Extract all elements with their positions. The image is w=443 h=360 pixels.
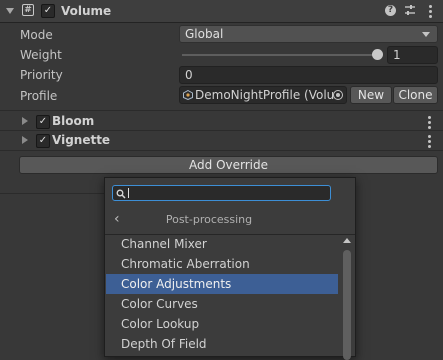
mode-label: Mode [20,28,53,42]
divider [0,193,104,194]
divider [0,110,443,111]
search-input[interactable] [127,186,323,199]
text-cursor [128,188,129,198]
profile-asset-icon [183,88,193,101]
category-title: Post-processing [165,213,253,226]
presets-icon[interactable] [404,4,416,16]
clone-profile-button[interactable]: Clone [393,86,438,104]
list-item-color-curves[interactable]: Color Curves [106,294,338,314]
fold-closed-icon[interactable] [22,117,28,125]
profile-label: Profile [20,89,58,103]
profile-value: DemoNightProfile (Volun [195,88,342,102]
category-header[interactable]: ‹ Post-processing [106,208,354,233]
priority-label: Priority [20,68,63,82]
bloom-enabled-checkbox[interactable]: ✓ [36,115,50,129]
vignette-enabled-checkbox[interactable]: ✓ [36,134,50,148]
mode-dropdown[interactable]: Global [179,25,438,43]
priority-field[interactable]: 0 [179,66,438,84]
scroll-up-arrow-icon[interactable] [343,238,351,243]
add-override-popup: ‹ Post-processing Channel Mixer Chromati… [104,177,356,360]
component-menu-icon[interactable] [429,5,432,20]
weight-label: Weight [20,48,62,62]
vignette-menu-icon[interactable] [428,135,431,150]
bloom-menu-icon[interactable] [428,116,431,131]
search-field[interactable] [112,185,331,201]
list-item-color-adjustments[interactable]: Color Adjustments [106,274,338,294]
override-bloom-label[interactable]: Bloom [52,114,94,128]
weight-value-field[interactable]: 1 [387,46,438,64]
list-item-chromatic-aberration[interactable]: Chromatic Aberration [106,254,338,274]
chevron-down-icon [422,32,430,37]
weight-slider-track[interactable] [182,54,380,56]
divider [0,130,443,131]
list-item-channel-mixer[interactable]: Channel Mixer [106,234,338,254]
component-title: Volume [61,4,112,18]
search-icon [116,188,126,199]
profile-object-field[interactable]: DemoNightProfile (Volun [179,86,347,104]
divider [0,150,443,151]
fold-closed-icon[interactable] [22,136,28,144]
mode-value: Global [185,27,224,41]
list-item-depth-of-field[interactable]: Depth Of Field [106,334,338,354]
object-picker-icon[interactable] [333,90,343,100]
override-vignette-label[interactable]: Vignette [52,133,110,147]
fold-open-icon[interactable] [6,8,14,14]
scrollbar[interactable] [341,235,354,360]
volume-enabled-checkbox[interactable]: ✓ [41,4,55,18]
scrollbar-thumb[interactable] [343,250,351,360]
new-profile-button[interactable]: New [350,86,392,104]
weight-slider-handle[interactable] [372,49,383,60]
add-override-button[interactable]: Add Override [19,156,438,174]
help-icon[interactable]: ? [385,5,396,16]
list-item-color-lookup[interactable]: Color Lookup [106,314,338,334]
script-icon: # [22,4,34,16]
